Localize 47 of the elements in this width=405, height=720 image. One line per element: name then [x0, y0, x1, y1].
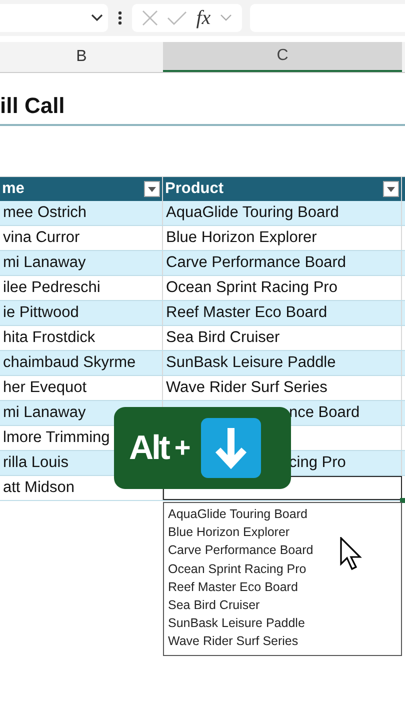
table-cell: vina Curror [3, 229, 80, 247]
table-cell: SunBask Leisure Paddle [166, 354, 336, 372]
check-icon[interactable] [167, 11, 188, 25]
column-header[interactable]: B [0, 42, 163, 72]
table-cell: lmore Trimming [3, 429, 110, 447]
table-cell: nce Board [289, 404, 360, 422]
table-cell: Blue Horizon Explorer [166, 229, 317, 247]
chevron-icon[interactable] [90, 13, 104, 23]
filter-button[interactable] [383, 181, 399, 197]
mouse-pointer-icon [340, 537, 364, 571]
table-cell: Reef Master Eco Board [166, 304, 328, 322]
dropdown-option[interactable]: Sea Bird Cruiser [168, 596, 401, 614]
table-cell: ilee Pedreschi [3, 279, 100, 297]
dropdown-option[interactable]: Wave Rider Surf Series [168, 632, 401, 651]
sheet-title: ill Call [0, 92, 65, 118]
table-cell: Carve Performance Board [166, 254, 346, 272]
column-header[interactable]: C [163, 42, 402, 72]
caret-icon [387, 186, 395, 192]
plus-sign: + [174, 432, 191, 464]
table-cell: mi Lanaway [3, 404, 86, 422]
dropdown-option[interactable]: Carve Performance Board [168, 541, 401, 560]
cancel-icon[interactable] [142, 10, 158, 26]
column-header: Product [165, 180, 224, 198]
table-cell: mi Lanaway [3, 254, 86, 272]
filter-button[interactable] [144, 181, 160, 197]
table-cell: chaimbaud Skyrme [3, 354, 136, 372]
caret-icon [148, 186, 156, 192]
table-cell: AquaGlide Touring Board [166, 204, 339, 222]
dropdown-option[interactable]: AquaGlide Touring Board [168, 505, 401, 524]
table-cell: Ocean Sprint Racing Pro [166, 279, 338, 297]
dropdown-option[interactable]: Blue Horizon Explorer [168, 523, 401, 542]
table-cell: mee Ostrich [3, 204, 87, 222]
more-icon[interactable] [118, 10, 122, 26]
dropdown-option[interactable]: SunBask Leisure Paddle [168, 614, 401, 632]
table-cell: Sea Bird Cruiser [166, 329, 280, 347]
key-label: Alt [129, 428, 168, 468]
function-button[interactable]: fx [196, 6, 211, 30]
table-cell: her Evequot [3, 379, 87, 397]
table-cell: hita Frostdick [3, 329, 96, 347]
down-arrow-key-icon [200, 418, 261, 478]
table-cell: Wave Rider Surf Series [166, 379, 328, 397]
dropdown-option[interactable]: Ocean Sprint Racing Pro [168, 560, 401, 578]
table-cell: att Midson [3, 479, 75, 497]
column-header: me [2, 180, 24, 198]
dropdown-option[interactable]: Reef Master Eco Board [168, 578, 401, 596]
table-cell: rilla Louis [3, 454, 68, 472]
table-cell: ie Pittwood [3, 304, 79, 322]
